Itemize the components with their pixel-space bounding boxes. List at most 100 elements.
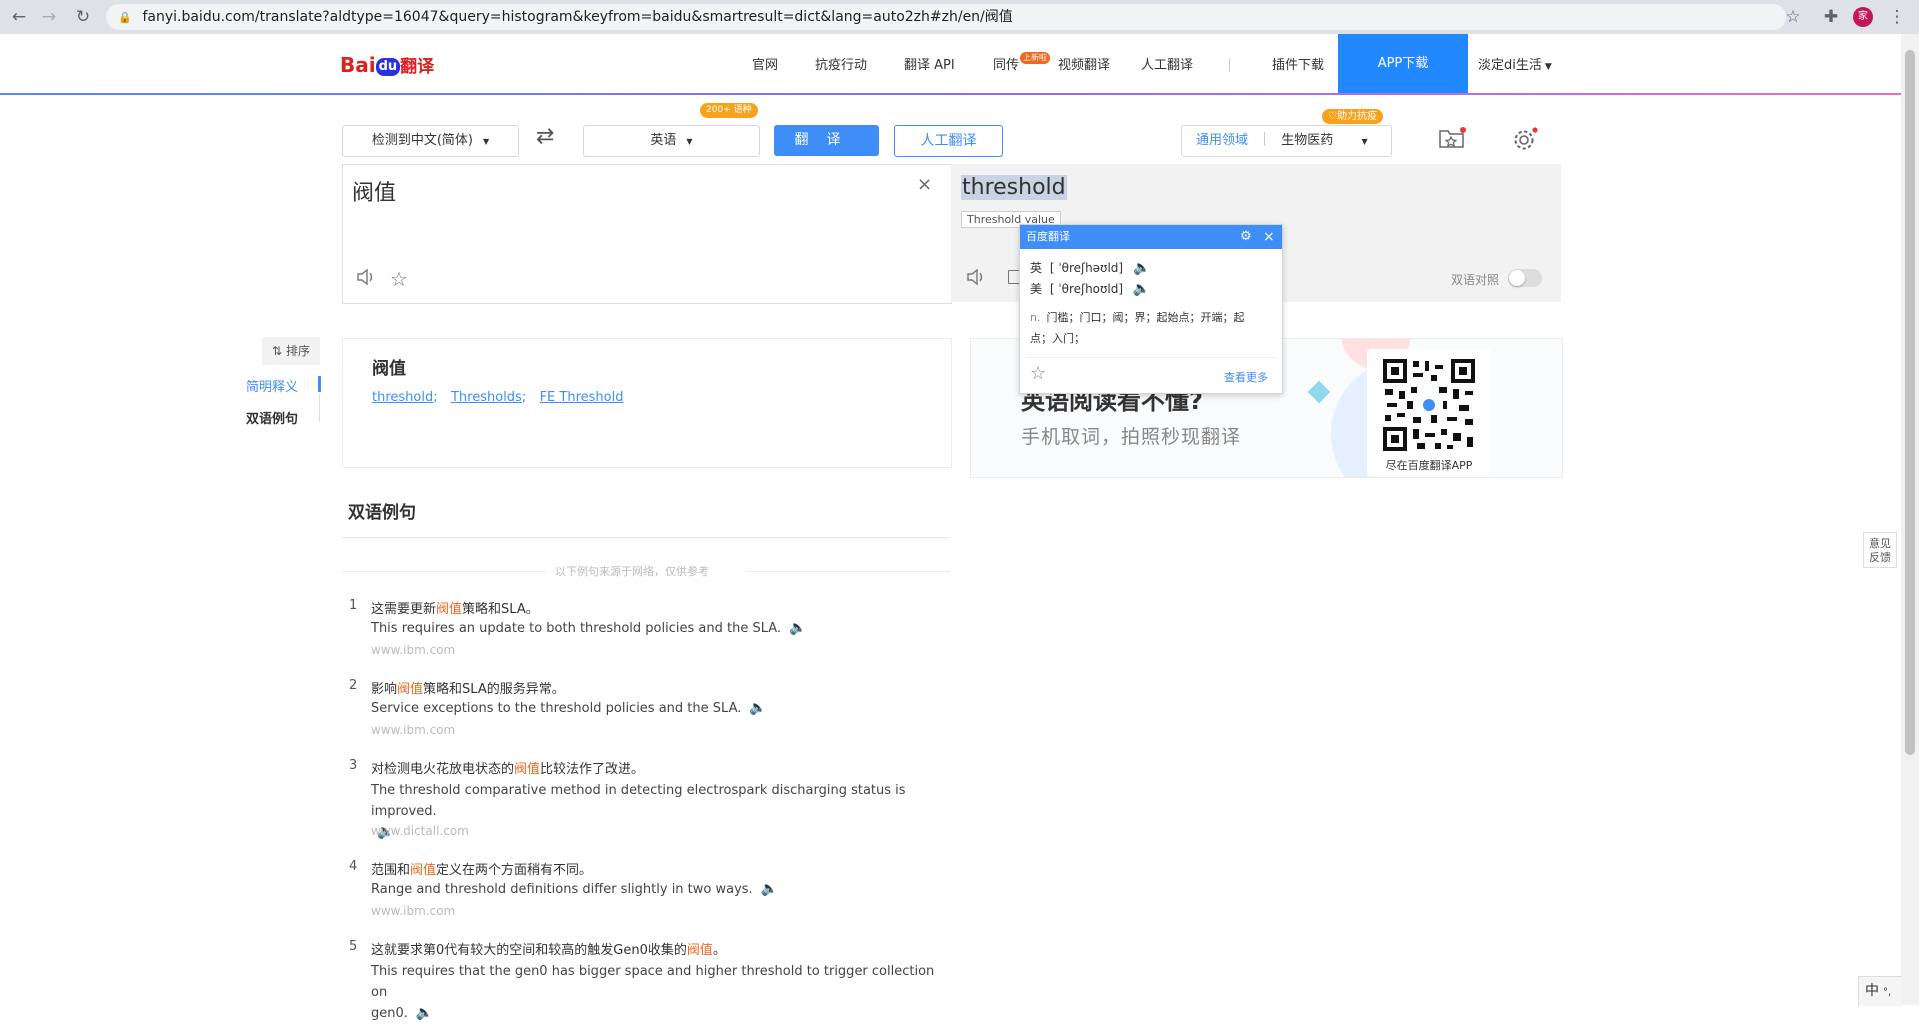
- source-text-input[interactable]: 阀值: [352, 175, 396, 207]
- speaker-icon[interactable]: [966, 268, 986, 286]
- speaker-icon[interactable]: [356, 268, 376, 286]
- extensions-icon[interactable]: ✚: [1818, 4, 1844, 30]
- word-lookup-popup: 百度翻译 ⚙ × 英 [ ˈθreʃhəʊld] 🔈 美 [ ˈθreʃhoʊl…: [1019, 224, 1283, 394]
- target-language-select[interactable]: 英语 ▼: [583, 125, 760, 157]
- favorite-star-icon[interactable]: ☆: [390, 267, 408, 291]
- nav-divider: [1229, 58, 1230, 72]
- feedback-button[interactable]: 意见反馈: [1863, 532, 1897, 568]
- caret-down-icon: ▼: [1544, 62, 1552, 72]
- settings-gear-icon[interactable]: [1512, 126, 1538, 152]
- reload-icon[interactable]: ↻: [70, 4, 96, 30]
- domain-selected-label: 生物医药: [1281, 133, 1334, 148]
- clear-text-icon[interactable]: ×: [917, 174, 932, 195]
- example-number: 1: [349, 598, 358, 613]
- domain-badge: ♡助力抗疫: [1322, 109, 1383, 124]
- qr-caption: 尽在百度翻译APP: [1385, 459, 1473, 472]
- url-text: fanyi.baidu.com/translate?aldtype=16047&…: [142, 9, 1013, 25]
- ime-chinese-mode[interactable]: 中: [1865, 983, 1879, 999]
- domain-general-label[interactable]: 通用领域: [1196, 133, 1248, 148]
- example-number: 4: [349, 859, 358, 874]
- section-divider: [342, 537, 950, 538]
- nav-anti-epidemic[interactable]: 抗疫行动: [815, 54, 867, 73]
- dict-links: threshold; Thresholds; FE Threshold: [372, 390, 624, 405]
- dict-link-thresholds[interactable]: Thresholds: [451, 390, 522, 405]
- languages-count-badge: 200+ 语种: [700, 103, 758, 118]
- example-source: www.ibm.com: [371, 723, 456, 737]
- caret-down-icon: ▼: [686, 137, 693, 146]
- example-zh: 影响阀值策略和SLA的服务异常。: [371, 682, 565, 697]
- us-pronunciation: 美 [ ˈθreʃhoʊld] 🔈: [1030, 281, 1151, 297]
- popup-meaning: n. 门槛；门口；阈；界；起始点；开端；起点；入门；: [1030, 311, 1245, 345]
- example-en: This requires that the gen0 has bigger s…: [371, 961, 951, 1024]
- speaker-icon[interactable]: 🔈: [749, 700, 767, 716]
- example-zh: 这就要求第0代有较大的空间和较高的触发Gen0收集的阀值。: [371, 943, 726, 958]
- notice-line-left: [342, 571, 546, 572]
- example-number: 5: [349, 939, 358, 954]
- domain-select[interactable]: 通用领域 生物医药 ▼: [1181, 125, 1392, 157]
- nav-translate-api[interactable]: 翻译 API: [904, 54, 955, 73]
- domain-divider: [1264, 132, 1266, 146]
- bilingual-toggle-label: 双语对照: [1451, 273, 1500, 287]
- bookmark-star-icon[interactable]: ☆: [1780, 4, 1806, 30]
- example-source: www.ibm.com: [371, 643, 456, 657]
- popup-close-icon[interactable]: ×: [1263, 225, 1275, 249]
- popup-see-more-link[interactable]: 查看更多: [1224, 369, 1268, 385]
- popup-header: 百度翻译 ⚙ ×: [1020, 225, 1282, 249]
- popup-title: 百度翻译: [1026, 230, 1070, 243]
- example-en: This requires an update to both threshol…: [371, 620, 807, 636]
- new-badge: 上新啦: [1020, 52, 1050, 64]
- nav-official-site[interactable]: 官网: [752, 54, 778, 73]
- translate-button[interactable]: 翻译: [774, 125, 879, 156]
- speaker-icon[interactable]: 🔈: [761, 881, 779, 897]
- translated-word[interactable]: threshold: [961, 175, 1067, 200]
- source-text-pane[interactable]: [342, 164, 952, 304]
- example-source: www.ibm.com: [371, 904, 456, 918]
- baidu-translate-logo[interactable]: Bai du 翻译: [340, 52, 434, 77]
- back-icon[interactable]: ←: [6, 4, 32, 30]
- nav-human-translate[interactable]: 人工翻译: [1141, 54, 1193, 73]
- heart-icon: ♡: [1328, 111, 1337, 122]
- sidebar-active-indicator: [318, 376, 321, 392]
- header-gradient-line: [0, 93, 1901, 95]
- uk-pronunciation: 英 [ ˈθreʃhəʊld] 🔈: [1030, 260, 1151, 276]
- speaker-icon[interactable]: 🔈: [789, 620, 807, 636]
- nav-simultaneous[interactable]: 同传: [993, 54, 1019, 73]
- human-translate-button[interactable]: 人工翻译: [894, 125, 1003, 157]
- example-en: Range and threshold definitions differ s…: [371, 881, 779, 897]
- nav-plugin-download[interactable]: 插件下载: [1272, 54, 1324, 73]
- example-en: Service exceptions to the threshold poli…: [371, 700, 767, 716]
- browser-menu-icon[interactable]: ⋮: [1884, 4, 1910, 30]
- profile-avatar[interactable]: 家: [1853, 7, 1873, 27]
- sort-icon: ⇅: [272, 344, 283, 358]
- part-of-speech: n.: [1030, 311, 1041, 324]
- dict-link-threshold[interactable]: threshold: [372, 390, 433, 405]
- examples-source-notice: 以下例句来源于网络，仅供参考: [555, 565, 709, 578]
- bilingual-toggle[interactable]: [1508, 269, 1542, 287]
- folder-star-icon[interactable]: [1438, 126, 1466, 150]
- address-bar[interactable]: 🔒 fanyi.baidu.com/translate?aldtype=1604…: [106, 4, 1786, 30]
- sidebar-item-brief-definition[interactable]: 简明释义: [246, 376, 298, 395]
- sort-button[interactable]: ⇅ 排序: [262, 337, 320, 365]
- scrollbar-thumb[interactable]: [1905, 50, 1915, 755]
- forward-icon[interactable]: →: [36, 4, 62, 30]
- example-zh: 范围和阀值定义在两个方面稍有不同。: [371, 863, 593, 878]
- swap-languages-icon[interactable]: ⇄: [536, 124, 554, 149]
- example-zh: 这需要更新阀值策略和SLA。: [371, 602, 539, 617]
- nav-video-translate[interactable]: 视频翻译: [1058, 54, 1110, 73]
- speaker-icon[interactable]: 🔈: [1133, 281, 1151, 297]
- app-download-button[interactable]: APP下载: [1338, 34, 1468, 93]
- speaker-icon[interactable]: 🔈: [416, 1003, 434, 1024]
- promo-subtitle: 手机取词，拍照秒现翻译: [1021, 426, 1242, 448]
- speaker-icon[interactable]: 🔈: [1133, 260, 1151, 276]
- dict-link-fe-threshold[interactable]: FE Threshold: [540, 390, 624, 405]
- example-number: 3: [349, 758, 358, 773]
- favorite-star-icon[interactable]: ☆: [1030, 363, 1046, 384]
- paw-icon: du: [375, 58, 401, 76]
- sidebar-item-bilingual-examples[interactable]: 双语例句: [246, 408, 298, 427]
- ime-punct-mode[interactable]: °,: [1883, 987, 1891, 998]
- popup-settings-icon[interactable]: ⚙: [1240, 225, 1252, 249]
- ime-indicator[interactable]: 中 °,: [1858, 976, 1902, 1006]
- source-language-select[interactable]: 检测到中文(简体) ▼: [342, 125, 519, 157]
- user-menu[interactable]: 淡定di生活 ▼: [1478, 54, 1552, 73]
- example-zh: 对检测电火花放电状态的阀值比较法作了改进。: [371, 762, 645, 777]
